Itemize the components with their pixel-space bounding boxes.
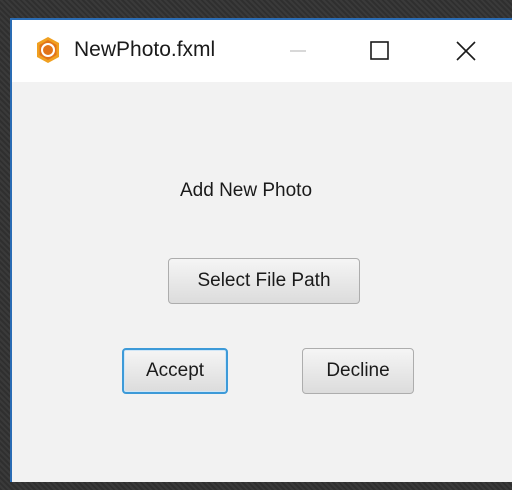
- select-file-path-button[interactable]: Select File Path: [168, 258, 360, 304]
- dialog-content: Add New Photo Select File Path Accept De…: [12, 82, 512, 482]
- form-heading: Add New Photo: [180, 180, 313, 201]
- title-bar[interactable]: NewPhoto.fxml: [12, 20, 512, 82]
- accept-button[interactable]: Accept: [122, 348, 228, 394]
- minimize-icon: [290, 50, 306, 52]
- close-icon: [456, 41, 476, 61]
- maximize-button[interactable]: [342, 20, 418, 82]
- window-title: NewPhoto.fxml: [74, 38, 216, 61]
- decline-button[interactable]: Decline: [302, 348, 414, 394]
- javafx-app-icon: [37, 37, 59, 63]
- close-button[interactable]: [428, 20, 504, 82]
- dialog-window: NewPhoto.fxml Add New Photo Select File …: [10, 18, 512, 482]
- maximize-icon: [370, 41, 389, 60]
- minimize-button[interactable]: [260, 20, 336, 82]
